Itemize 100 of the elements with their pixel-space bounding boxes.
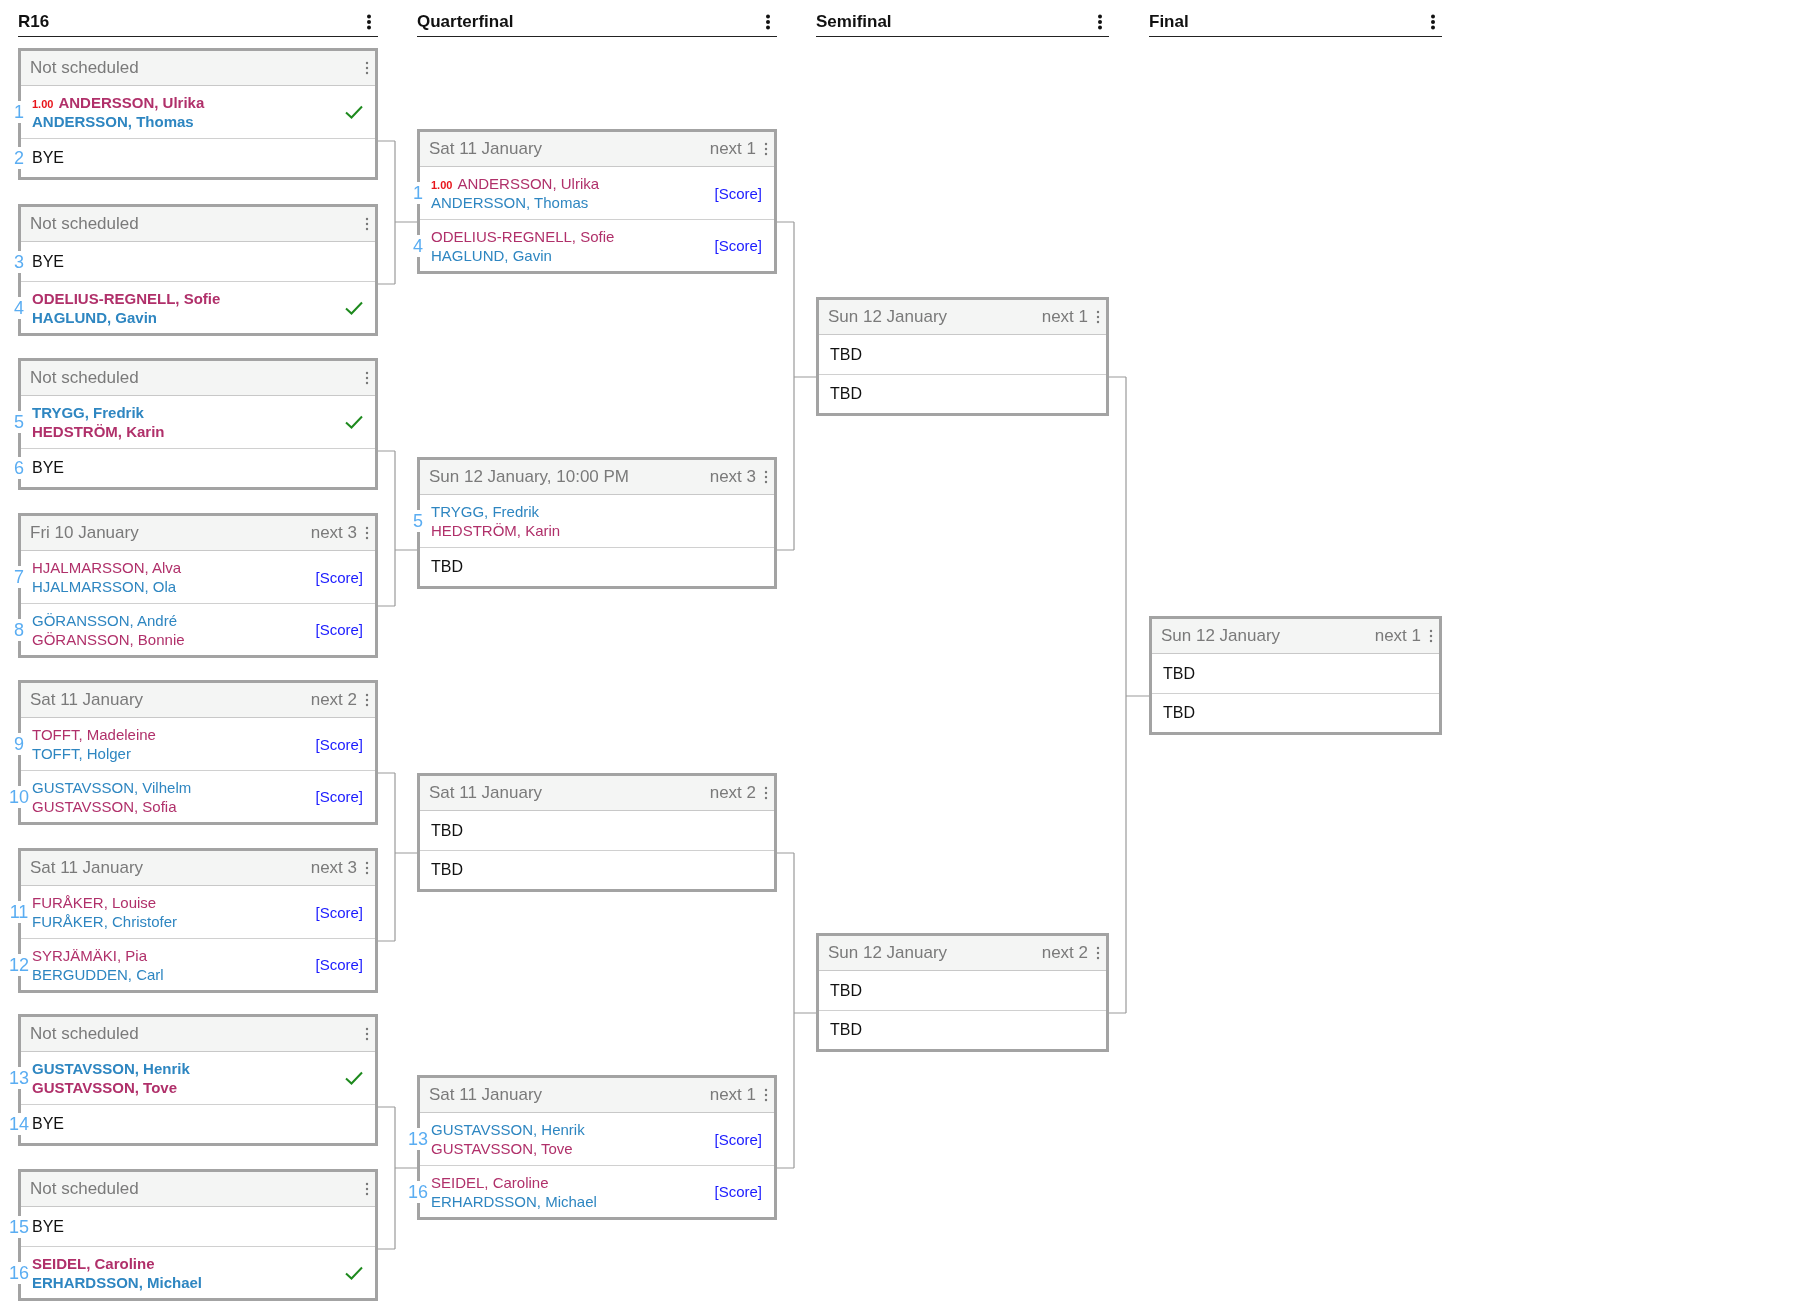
slot-label: TBD [830, 981, 862, 1000]
player-name[interactable]: FURÅKER, Louise [32, 893, 157, 912]
player-name[interactable]: GUSTAVSSON, Sofia [32, 796, 177, 816]
match-date: Sun 12 January, 10:00 PM [429, 467, 630, 487]
more-icon[interactable] [366, 14, 372, 30]
more-icon[interactable] [1097, 14, 1103, 30]
next-label: next 1 [1374, 626, 1421, 646]
seed-number: 13 [8, 1067, 30, 1089]
match-date: Not scheduled [30, 1024, 139, 1044]
match-date: Sat 11 January [30, 690, 144, 710]
player-name[interactable]: BERGUDDEN, Carl [32, 964, 164, 984]
next-label: next 1 [709, 139, 756, 159]
score-link[interactable]: [Score] [714, 1183, 762, 1200]
round-title: R16 [18, 12, 50, 32]
player-name[interactable]: TRYGG, Fredrik [32, 403, 144, 422]
next-label: next 2 [310, 690, 357, 710]
player-name[interactable]: ODELIUS-REGNELL, Sofie [32, 288, 221, 308]
seed-number: 16 [407, 1180, 429, 1203]
player-name[interactable]: GUSTAVSSON, Henrik [32, 1059, 190, 1078]
slot-label: TBD [830, 345, 862, 364]
round-title: Semifinal [816, 12, 892, 32]
player-name[interactable]: TRYGG, Fredrik [431, 502, 540, 521]
player-name[interactable]: ANDERSSON, Thomas [32, 112, 194, 131]
match-date: Not scheduled [30, 214, 139, 234]
next-label: next 2 [1041, 943, 1088, 963]
slot-label: TBD [431, 821, 463, 840]
player-name[interactable]: GUSTAVSSON, Tove [32, 1078, 178, 1097]
player-name[interactable]: HJALMARSSON, Ola [32, 577, 177, 596]
player-name[interactable]: HJALMARSSON, Alva [32, 558, 182, 577]
match-date: Sun 12 January [828, 307, 948, 327]
player-name[interactable]: SEIDEL, Caroline [431, 1172, 549, 1192]
rating-value: 1.00 [32, 98, 54, 110]
seed-number: 12 [8, 953, 30, 976]
score-link[interactable]: [Score] [315, 621, 363, 638]
player-name[interactable]: FURÅKER, Christofer [32, 912, 178, 931]
player-name[interactable]: HAGLUND, Gavin [431, 245, 552, 265]
match-date: Sat 11 January [30, 858, 144, 878]
seed-number: 11 [8, 901, 30, 923]
seed-number: 16 [8, 1261, 30, 1284]
player-name[interactable]: HEDSTRÖM, Karin [431, 521, 561, 540]
player-name[interactable]: GUSTAVSSON, Vilhelm [32, 777, 192, 797]
slot-label: TBD [1163, 704, 1195, 722]
player-name[interactable]: ODELIUS-REGNELL, Sofie [431, 226, 615, 246]
slot-label: BYE [32, 1217, 64, 1236]
match-date: Not scheduled [30, 368, 139, 388]
player-name[interactable]: SEIDEL, Caroline [32, 1253, 155, 1273]
seed-number: 13 [407, 1128, 429, 1150]
match-date: Not scheduled [30, 58, 139, 78]
player-name[interactable]: ANDERSSON, Thomas [431, 193, 589, 212]
next-label: next 1 [709, 1085, 756, 1105]
more-icon[interactable] [765, 14, 771, 30]
round-title: Final [1149, 12, 1189, 32]
score-link[interactable]: [Score] [315, 903, 363, 921]
match-date: Fri 10 January [30, 523, 139, 543]
seed-number: 15 [8, 1215, 30, 1238]
player-name[interactable]: GÖRANSSON, André [32, 610, 178, 630]
score-link[interactable]: [Score] [315, 956, 363, 973]
score-link[interactable]: [Score] [315, 788, 363, 805]
match-date: Sun 12 January [828, 943, 948, 963]
match-date: Not scheduled [30, 1179, 139, 1199]
next-label: next 3 [310, 858, 357, 878]
player-name[interactable]: TOFFT, Holger [32, 744, 131, 763]
slot-label: TBD [1163, 664, 1195, 683]
match-date: Sun 12 January [1161, 626, 1281, 646]
next-label: next 2 [709, 783, 756, 803]
rating-value: 1.00 [431, 179, 453, 191]
score-link[interactable]: [Score] [315, 568, 363, 586]
slot-label: BYE [32, 459, 64, 477]
player-name[interactable]: GÖRANSSON, Bonnie [32, 629, 185, 649]
next-label: next 3 [709, 467, 756, 487]
score-link[interactable]: [Score] [714, 1130, 762, 1148]
player-name[interactable]: ERHARDSSON, Michael [32, 1272, 203, 1292]
match-date: Sat 11 January [429, 783, 543, 803]
player-name[interactable]: GUSTAVSSON, Tove [431, 1139, 573, 1158]
match-date: Sat 11 January [429, 139, 543, 159]
match-date: Sat 11 January [429, 1085, 543, 1105]
slot-label: TBD [830, 1021, 862, 1039]
player-name[interactable]: ANDERSSON, Ulrika [457, 174, 600, 193]
score-link[interactable]: [Score] [315, 735, 363, 753]
player-name[interactable]: HEDSTRÖM, Karin [32, 422, 165, 441]
next-label: next 1 [1041, 307, 1088, 327]
player-name[interactable]: ERHARDSSON, Michael [431, 1191, 597, 1211]
seed-number: 10 [8, 785, 30, 808]
player-name[interactable]: ANDERSSON, Ulrika [58, 93, 205, 112]
score-link[interactable]: [Score] [714, 237, 762, 254]
player-name[interactable]: TOFFT, Madeleine [32, 725, 156, 744]
slot-label: TBD [431, 861, 463, 879]
slot-label: BYE [32, 149, 64, 167]
slot-label: BYE [32, 252, 64, 271]
slot-label: TBD [431, 558, 463, 576]
more-icon[interactable] [1430, 14, 1436, 30]
player-name[interactable]: GUSTAVSSON, Henrik [431, 1120, 585, 1139]
round-title: Quarterfinal [417, 12, 514, 32]
seed-number: 14 [8, 1113, 30, 1135]
player-name[interactable]: HAGLUND, Gavin [32, 307, 157, 327]
score-link[interactable]: [Score] [714, 184, 762, 202]
slot-label: TBD [830, 385, 862, 403]
slot-label: BYE [32, 1115, 64, 1133]
next-label: next 3 [310, 523, 357, 543]
player-name[interactable]: SYRJÄMÄKI, Pia [32, 945, 148, 965]
